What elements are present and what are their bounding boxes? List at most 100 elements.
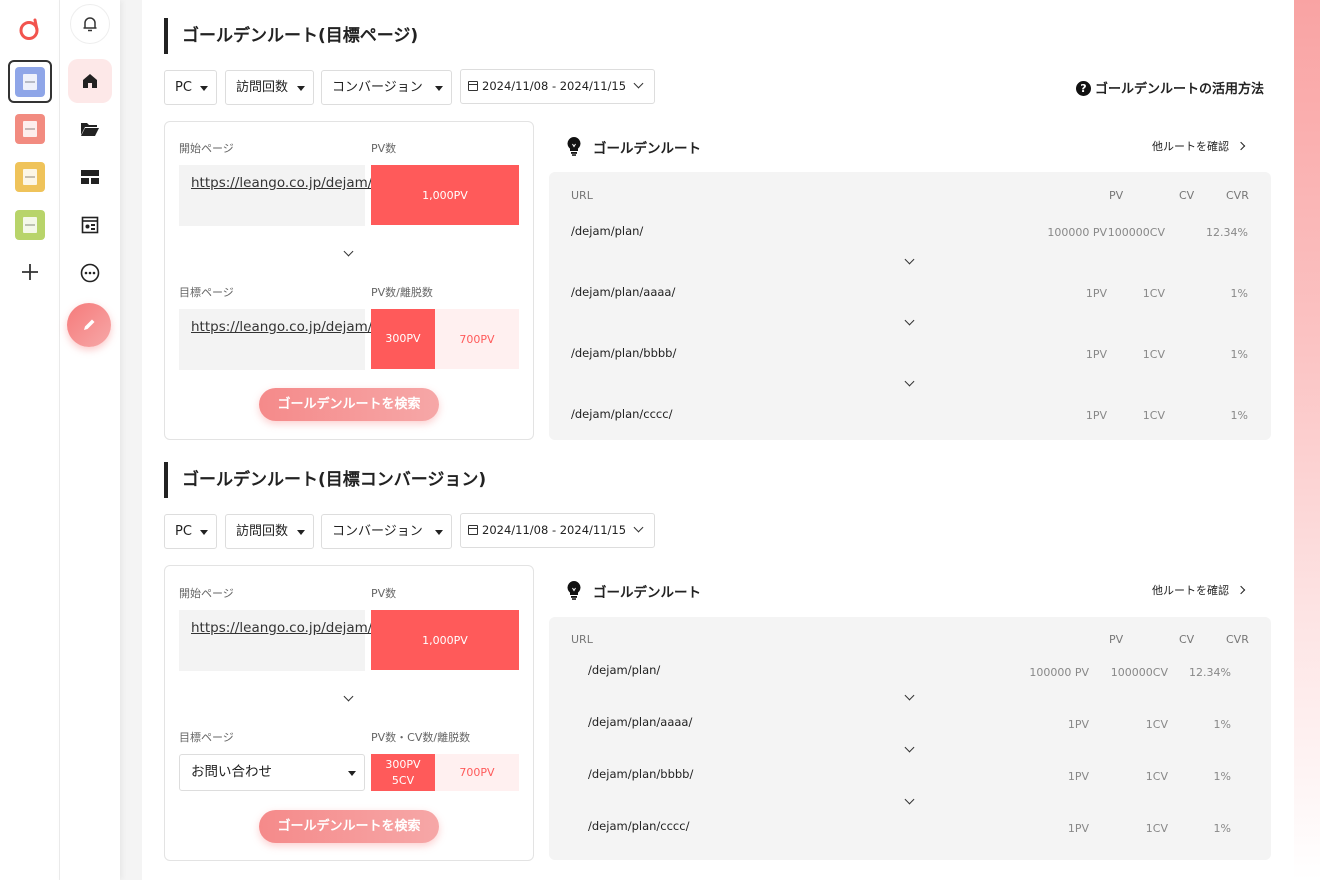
row-pv: 1PV: [1067, 822, 1089, 835]
layout-icon[interactable]: [68, 155, 112, 199]
other-routes-link[interactable]: 他ルートを確認: [1152, 582, 1246, 598]
header-cv: CV: [1179, 189, 1195, 202]
project-green[interactable]: [15, 210, 45, 240]
caret-down-icon: [297, 86, 305, 91]
search-golden-route-button[interactable]: ゴールデンルートを検索: [259, 388, 439, 421]
row-cvr: 1%: [1230, 348, 1248, 361]
pv-label: PV数: [371, 587, 397, 600]
dropdown-value: 訪問回数: [236, 80, 289, 95]
row-cvr: 1%: [1213, 822, 1231, 835]
calendar-icon: [468, 81, 478, 91]
date-range-picker[interactable]: 2024/11/08 - 2024/11/15: [460, 513, 655, 548]
chevron-down-icon: [633, 78, 644, 89]
report-icon[interactable]: [68, 203, 112, 247]
row-url[interactable]: /dejam/plan/: [571, 224, 643, 238]
header-pv: PV: [1109, 189, 1124, 202]
start-page-url[interactable]: https://leango.co.jp/dejam/: [179, 165, 372, 226]
caret-down-icon: [435, 530, 443, 535]
goal-pv-value: 300PV: [385, 757, 421, 771]
more-icon[interactable]: [68, 251, 112, 295]
row-cv: 1CV: [1142, 348, 1165, 361]
row-pv: 100000 PV: [1029, 666, 1089, 679]
date-range-value: 2024/11/08 - 2024/11/15: [482, 79, 627, 93]
goal-exit-value: 700PV: [435, 309, 519, 369]
chevron-down-icon: [904, 742, 915, 753]
section-title: ゴールデンルート(目標コンバージョン): [164, 462, 486, 498]
logo-icon[interactable]: [18, 17, 42, 41]
goal-stat-label: PV数/離脱数: [371, 286, 433, 299]
row-cvr: 1%: [1213, 770, 1231, 783]
type-dropdown[interactable]: コンバージョン: [321, 70, 452, 105]
route-search-card: 開始ページ PV数 https://leango.co.jp/dejam/ 1,…: [164, 565, 534, 861]
date-range-picker[interactable]: 2024/11/08 - 2024/11/15: [460, 69, 655, 104]
row-pv: 1PV: [1067, 718, 1089, 731]
row-pv: 1PV: [1085, 287, 1107, 300]
row-cv: 1CV: [1142, 287, 1165, 300]
project-red[interactable]: [15, 114, 45, 144]
chevron-down-icon: [904, 794, 915, 805]
row-cvr: 1%: [1230, 409, 1248, 422]
section-title: ゴールデンルート(目標ページ): [164, 18, 418, 54]
plus-icon[interactable]: [20, 262, 40, 282]
device-dropdown[interactable]: PC: [164, 514, 217, 549]
type-dropdown[interactable]: コンバージョン: [321, 514, 452, 549]
golden-route-title: ゴールデンルート: [593, 141, 701, 157]
row-pv: 1PV: [1085, 348, 1107, 361]
help-link[interactable]: ? ゴールデンルートの活用方法: [1076, 78, 1264, 97]
caret-down-icon: [297, 530, 305, 535]
device-dropdown[interactable]: PC: [164, 70, 217, 105]
dropdown-value: PC: [175, 524, 192, 539]
header-url: URL: [571, 189, 593, 202]
start-pv-value: 1,000PV: [371, 165, 519, 225]
chevron-down-icon: [904, 315, 915, 326]
chevron-right-icon: [1236, 585, 1246, 595]
row-url[interactable]: /dejam/plan/aaaa/: [571, 285, 675, 299]
start-page-url[interactable]: https://leango.co.jp/dejam/: [179, 610, 372, 671]
chevron-down-icon: [904, 690, 915, 701]
row-cvr: 1%: [1230, 287, 1248, 300]
chevron-down-icon: [904, 376, 915, 387]
home-icon[interactable]: [68, 59, 112, 103]
visits-dropdown[interactable]: 訪問回数: [225, 514, 314, 549]
visits-dropdown[interactable]: 訪問回数: [225, 70, 314, 105]
row-url[interactable]: /dejam/plan/cccc/: [588, 819, 689, 833]
chevron-down-icon: [904, 254, 915, 265]
folder-icon[interactable]: [68, 107, 112, 151]
goal-page-url[interactable]: https://leango.co.jp/dejam/contact: [179, 309, 423, 370]
project-rail: [0, 0, 60, 880]
help-link-label: ゴールデンルートの活用方法: [1095, 82, 1265, 97]
project-yellow[interactable]: [15, 162, 45, 192]
goal-conversion-select[interactable]: お問い合わせ: [179, 754, 365, 791]
chevron-down-icon: [343, 246, 354, 257]
dropdown-value: コンバージョン: [332, 80, 423, 95]
other-routes-label: 他ルートを確認: [1152, 140, 1229, 153]
start-page-label: 開始ページ: [179, 587, 234, 600]
row-url[interactable]: /dejam/plan/: [588, 663, 660, 677]
edit-icon[interactable]: [67, 303, 111, 347]
lightbulb-icon: [567, 581, 581, 600]
row-cv: 100000CV: [1107, 226, 1165, 239]
pv-label: PV数: [371, 142, 397, 155]
row-url[interactable]: /dejam/plan/cccc/: [571, 407, 672, 421]
goal-page-label: 目標ページ: [179, 286, 234, 299]
caret-down-icon: [200, 530, 208, 535]
other-routes-label: 他ルートを確認: [1152, 584, 1229, 597]
lightbulb-icon: [567, 137, 581, 156]
row-url[interactable]: /dejam/plan/bbbb/: [571, 346, 676, 360]
row-cvr: 1%: [1213, 718, 1231, 731]
search-golden-route-button[interactable]: ゴールデンルートを検索: [259, 810, 439, 843]
document-icon: [23, 121, 37, 137]
calendar-icon: [468, 525, 478, 535]
row-url[interactable]: /dejam/plan/aaaa/: [588, 715, 692, 729]
date-range-value: 2024/11/08 - 2024/11/15: [482, 523, 627, 537]
bell-icon[interactable]: [70, 4, 110, 44]
chevron-down-icon: [633, 522, 644, 533]
goal-pv-value: 300PV: [371, 309, 435, 369]
goal-stat-label: PV数・CV数/離脱数: [371, 731, 471, 744]
row-cv: 100000CV: [1110, 666, 1168, 679]
goal-stat-bar: 300PV 5CV 700PV: [371, 754, 519, 791]
project-blue[interactable]: [15, 67, 45, 97]
row-url[interactable]: /dejam/plan/bbbb/: [588, 767, 693, 781]
other-routes-link[interactable]: 他ルートを確認: [1152, 138, 1246, 154]
caret-down-icon: [200, 86, 208, 91]
